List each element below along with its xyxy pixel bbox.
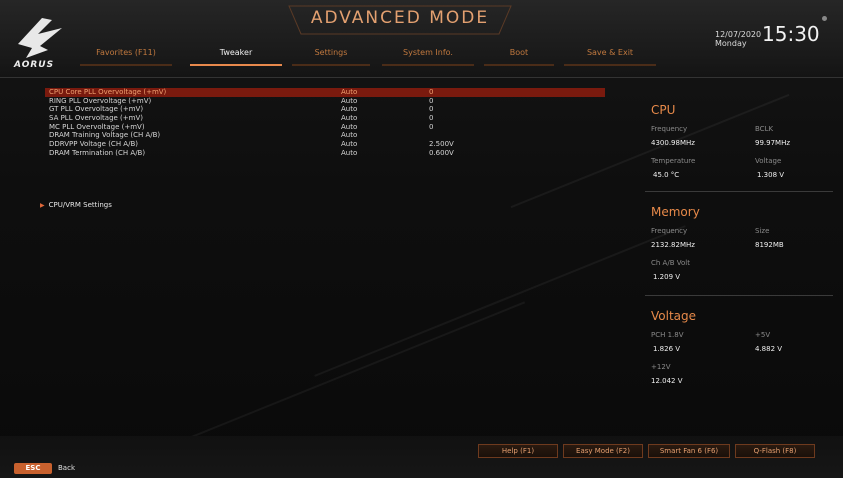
- setting-row-ddrvpp[interactable]: DDRVPP Voltage (CH A/B) Auto 2.500V: [45, 140, 605, 149]
- qflash-button[interactable]: Q-Flash (F8): [735, 444, 815, 458]
- setting-row-ring-pll[interactable]: RING PLL Overvoltage (+mV) Auto 0: [45, 97, 605, 106]
- tab-favorites[interactable]: Favorites (F11): [80, 48, 172, 66]
- tab-settings[interactable]: Settings: [292, 48, 370, 66]
- setting-row-mc-pll[interactable]: MC PLL Overvoltage (+mV) Auto 0: [45, 123, 605, 132]
- setting-name: DRAM Training Voltage (CH A/B): [49, 131, 161, 140]
- submenu-label: CPU/VRM Settings: [48, 201, 112, 209]
- setting-mode: Auto: [341, 122, 358, 131]
- setting-name: DDRVPP Voltage (CH A/B): [49, 140, 138, 149]
- memory-chab-volt-label: Ch A/B Volt: [651, 259, 690, 267]
- bios-screen: AORUS ADVANCED MODE Favorites (F11) Twea…: [0, 0, 843, 478]
- setting-value: 0: [429, 96, 434, 105]
- easy-mode-button[interactable]: Easy Mode (F2): [563, 444, 643, 458]
- submenu-arrow-icon: ▶: [40, 202, 45, 209]
- cpu-bclk-label: BCLK: [755, 125, 774, 133]
- hardware-monitor-panel: CPU Frequency BCLK 4300.98MHz 99.97MHz T…: [645, 95, 835, 415]
- day-text: Monday: [715, 39, 747, 48]
- setting-mode: Auto: [341, 114, 358, 123]
- setting-mode: Auto: [341, 88, 358, 96]
- back-label[interactable]: Back: [58, 464, 75, 472]
- aorus-eagle-logo-icon: [18, 18, 62, 58]
- date-display: 12/07/2020 Monday: [715, 30, 761, 48]
- cpu-voltage-value: 1.308 V: [757, 171, 785, 179]
- setting-value: 0: [429, 88, 434, 96]
- setting-name: DRAM Termination (CH A/B): [49, 148, 146, 157]
- plus12v-label: +12V: [651, 363, 671, 371]
- settings-list: CPU Core PLL Overvoltage (+mV) Auto 0 RI…: [45, 88, 605, 158]
- setting-value: 0: [429, 105, 434, 114]
- setting-value: 2.500V: [429, 140, 454, 149]
- clock-time: 15:30: [762, 22, 820, 46]
- memory-chab-volt-value: 1.209 V: [653, 273, 681, 281]
- status-dot-icon: [822, 16, 827, 21]
- setting-value: 0.600V: [429, 148, 454, 157]
- memory-size-value: 8192MB: [755, 241, 784, 249]
- memory-frequency-value: 2132.82MHz: [651, 241, 695, 249]
- esc-key-button[interactable]: ESC: [14, 463, 52, 474]
- setting-mode: Auto: [341, 105, 358, 114]
- plus5v-value: 4.882 V: [755, 345, 783, 353]
- setting-name: CPU Core PLL Overvoltage (+mV): [49, 88, 167, 96]
- setting-row-dram-termination[interactable]: DRAM Termination (CH A/B) Auto 0.600V: [45, 149, 605, 158]
- tab-tweaker[interactable]: Tweaker: [190, 48, 282, 66]
- setting-mode: Auto: [341, 96, 358, 105]
- cpu-temperature-value: 45.0 °C: [653, 171, 680, 179]
- brand-logo: AORUS: [14, 60, 55, 70]
- setting-row-sa-pll[interactable]: SA PLL Overvoltage (+mV) Auto 0: [45, 114, 605, 123]
- main-tabs: Favorites (F11) Tweaker Settings System …: [80, 48, 670, 70]
- submenu-cpu-vrm-settings[interactable]: ▶ CPU/VRM Settings: [40, 201, 112, 209]
- setting-mode: Auto: [341, 140, 358, 149]
- tab-system-info[interactable]: System Info.: [382, 48, 474, 66]
- setting-row-dram-training[interactable]: DRAM Training Voltage (CH A/B) Auto: [45, 131, 605, 140]
- pch-voltage-value: 1.826 V: [653, 345, 681, 353]
- header-bar: AORUS ADVANCED MODE Favorites (F11) Twea…: [0, 0, 843, 78]
- setting-mode: Auto: [341, 148, 358, 157]
- setting-name: SA PLL Overvoltage (+mV): [49, 114, 143, 123]
- date-text: 12/07/2020: [715, 30, 762, 39]
- tab-boot[interactable]: Boot: [484, 48, 554, 66]
- setting-name: RING PLL Overvoltage (+mV): [49, 96, 152, 105]
- panel-divider: [645, 191, 833, 192]
- setting-name: MC PLL Overvoltage (+mV): [49, 122, 145, 131]
- panel-divider: [645, 295, 833, 296]
- memory-size-label: Size: [755, 227, 770, 235]
- setting-row-gt-pll[interactable]: GT PLL Overvoltage (+mV) Auto 0: [45, 105, 605, 114]
- cpu-section-title: CPU: [651, 103, 676, 117]
- setting-value: 0: [429, 122, 434, 131]
- plus5v-label: +5V: [755, 331, 771, 339]
- setting-value: 0: [429, 114, 434, 123]
- setting-name: GT PLL Overvoltage (+mV): [49, 105, 144, 114]
- cpu-voltage-label: Voltage: [755, 157, 782, 165]
- memory-frequency-label: Frequency: [651, 227, 688, 235]
- bg-streak: [314, 225, 686, 377]
- help-button[interactable]: Help (F1): [478, 444, 558, 458]
- voltage-section-title: Voltage: [651, 309, 697, 323]
- memory-section-title: Memory: [651, 205, 700, 219]
- pch-voltage-label: PCH 1.8V: [651, 331, 684, 339]
- smart-fan-button[interactable]: Smart Fan 6 (F6): [648, 444, 730, 458]
- cpu-frequency-value: 4300.98MHz: [651, 139, 695, 147]
- cpu-temperature-label: Temperature: [651, 157, 696, 165]
- cpu-bclk-value: 99.97MHz: [755, 139, 791, 147]
- cpu-frequency-label: Frequency: [651, 125, 688, 133]
- tab-save-exit[interactable]: Save & Exit: [564, 48, 656, 66]
- plus12v-value: 12.042 V: [651, 377, 683, 385]
- setting-row-cpu-core-pll[interactable]: CPU Core PLL Overvoltage (+mV) Auto 0: [45, 88, 605, 97]
- mode-title: ADVANCED MODE: [310, 8, 490, 28]
- setting-mode: Auto: [341, 131, 358, 140]
